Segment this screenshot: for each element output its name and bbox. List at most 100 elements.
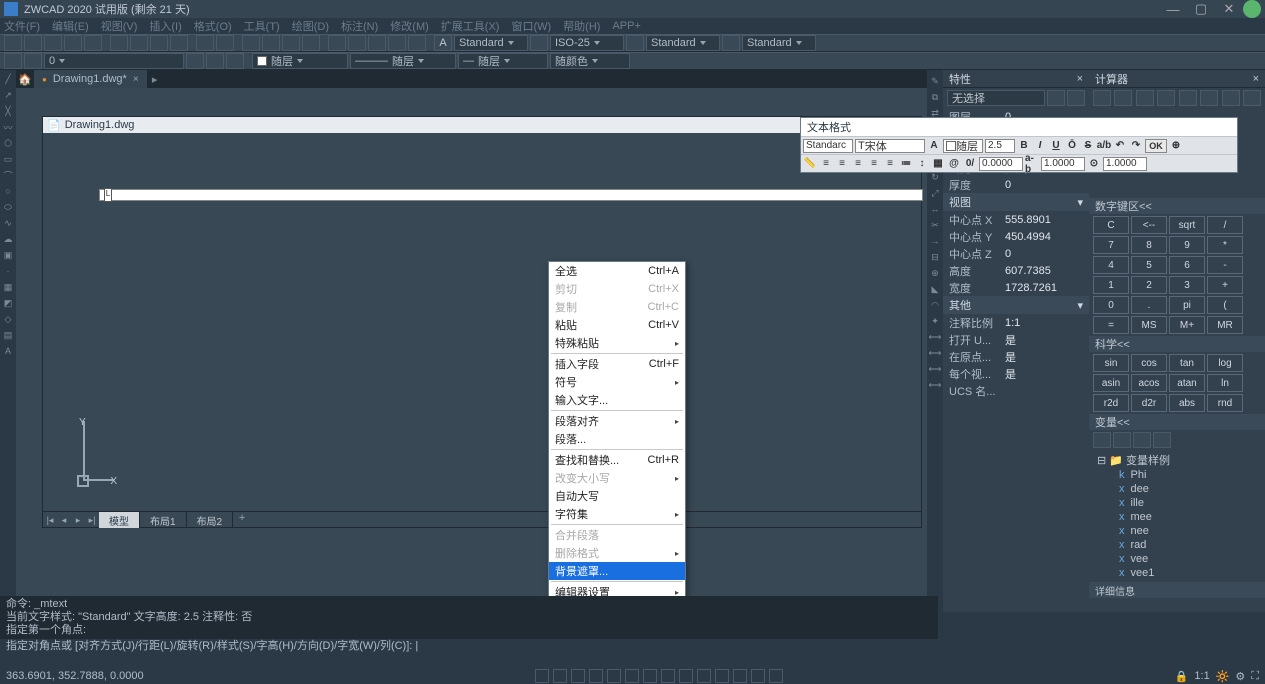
calc-hist-icon[interactable] (1114, 90, 1132, 106)
key-r2d[interactable]: r2d (1093, 394, 1129, 412)
layerstate-icon[interactable] (24, 53, 42, 69)
calc-icon[interactable] (388, 35, 406, 51)
extend-icon[interactable]: → (928, 234, 942, 248)
chamfer-icon[interactable]: ◣ (928, 282, 942, 296)
nav-prev-icon[interactable]: ◂ (57, 512, 71, 528)
txt-annotative-icon[interactable]: A (927, 139, 941, 153)
mtext-icon[interactable]: A (1, 344, 15, 358)
ok-button[interactable]: OK (1145, 139, 1167, 153)
help-icon[interactable] (408, 35, 426, 51)
ctx-input-text[interactable]: 输入文字... (549, 391, 685, 409)
lwt-icon[interactable] (643, 669, 657, 683)
canvas[interactable]: L YX (43, 133, 921, 513)
sb12-icon[interactable] (733, 669, 747, 683)
user-avatar[interactable] (1243, 0, 1261, 18)
region-icon[interactable]: ◇ (1, 312, 15, 326)
key-3[interactable]: 3 (1169, 276, 1205, 294)
circle-icon[interactable]: ○ (1, 184, 15, 198)
polar-icon[interactable] (589, 669, 603, 683)
key-5[interactable]: 5 (1131, 256, 1167, 274)
stretch-icon[interactable]: ↔ (928, 202, 942, 216)
textstyle-icon[interactable]: A (434, 35, 452, 51)
cycle-icon[interactable] (679, 669, 693, 683)
ortho-icon[interactable] (571, 669, 585, 683)
menu-draw[interactable]: 绘图(D) (292, 18, 329, 34)
redo-txt-icon[interactable]: ↷ (1129, 139, 1143, 153)
align-center-icon[interactable]: ≡ (835, 157, 849, 171)
open-icon[interactable] (24, 35, 42, 51)
var-calc-icon[interactable] (1153, 432, 1171, 448)
menu-window[interactable]: 窗口(W) (511, 18, 551, 34)
color-dropdown[interactable]: 随层 (252, 53, 348, 69)
new-tab-button[interactable]: ▸ (147, 73, 163, 86)
sect-detail[interactable]: 详细信息 (1089, 582, 1265, 598)
key-d2r[interactable]: d2r (1131, 394, 1167, 412)
scale-ratio[interactable]: 1:1 (1194, 670, 1209, 682)
key--[interactable]: - (1207, 256, 1243, 274)
key-7[interactable]: 7 (1093, 236, 1129, 254)
new-icon[interactable] (4, 35, 22, 51)
key-rnd[interactable]: rnd (1207, 394, 1243, 412)
annoscale-icon[interactable]: 🔒 (1175, 670, 1189, 683)
tracking-input[interactable]: 1.0000 (1041, 157, 1085, 171)
sect-sci[interactable]: 科学<< (1089, 336, 1265, 352)
linespace-icon[interactable]: ↕ (915, 157, 929, 171)
quicksel-icon[interactable] (1047, 90, 1065, 106)
var-new-icon[interactable] (1093, 432, 1111, 448)
ctx-insert-field[interactable]: 插入字段Ctrl+F (549, 355, 685, 373)
symbol-icon[interactable]: @ (947, 157, 961, 171)
key-/[interactable]: / (1207, 216, 1243, 234)
key-log[interactable]: log (1207, 354, 1243, 372)
redo-icon[interactable] (216, 35, 234, 51)
key-asin[interactable]: asin (1093, 374, 1129, 392)
tablestyle-dropdown[interactable]: Standard (646, 35, 720, 51)
fullscreen-icon[interactable]: ⛶ (1251, 670, 1259, 683)
ruler-icon[interactable]: 📏 (803, 157, 817, 171)
minimize-button[interactable]: — (1159, 2, 1187, 16)
menu-dim[interactable]: 标注(N) (341, 18, 378, 34)
key-cos[interactable]: cos (1131, 354, 1167, 372)
command-line[interactable]: 命令: _mtext 当前文字样式: "Standard" 文字高度: 2.5 … (0, 596, 938, 654)
ray-icon[interactable]: ↗ (1, 88, 15, 102)
var-dee[interactable]: xdee (1097, 482, 1257, 496)
key-atan[interactable]: atan (1169, 374, 1205, 392)
bullet-icon[interactable]: ≔ (899, 157, 913, 171)
dim4-icon[interactable]: ⟷ (928, 378, 942, 392)
polygon-icon[interactable]: ⬡ (1, 136, 15, 150)
menu-help[interactable]: 帮助(H) (563, 18, 600, 34)
ctx-special-paste[interactable]: 特殊粘贴▸ (549, 334, 685, 352)
key-9[interactable]: 9 (1169, 236, 1205, 254)
calc-clear-icon[interactable] (1093, 90, 1111, 106)
oblique-input[interactable]: 0.0000 (979, 157, 1023, 171)
group-view[interactable]: 视图▾ (943, 193, 1089, 211)
calc-dist-icon[interactable] (1179, 90, 1197, 106)
menu-insert[interactable]: 插入(I) (149, 18, 181, 34)
dimstyle-dropdown[interactable]: ISO-25 (550, 35, 624, 51)
block-icon[interactable]: ▣ (1, 248, 15, 262)
calc-get-icon[interactable] (1136, 90, 1154, 106)
calc-x-icon[interactable] (1222, 90, 1240, 106)
paste-icon[interactable] (150, 35, 168, 51)
calc-pt-icon[interactable] (1157, 90, 1175, 106)
undo-txt-icon[interactable]: ↶ (1113, 139, 1127, 153)
undo-icon[interactable] (196, 35, 214, 51)
key-sin[interactable]: sin (1093, 354, 1129, 372)
align-right-icon[interactable]: ≡ (851, 157, 865, 171)
menu-format[interactable]: 格式(O) (194, 18, 232, 34)
trim-icon[interactable]: ✂ (928, 218, 942, 232)
xline-icon[interactable]: ╳ (1, 104, 15, 118)
key-2[interactable]: 2 (1131, 276, 1167, 294)
arc-icon[interactable]: ⌒ (1, 168, 15, 182)
ctx-find[interactable]: 查找和替换...Ctrl+R (549, 451, 685, 469)
ctx-paste[interactable]: 粘贴Ctrl+V (549, 316, 685, 334)
key-ln[interactable]: ln (1207, 374, 1243, 392)
join-icon[interactable]: ⊕ (928, 266, 942, 280)
var-Phi[interactable]: kPhi (1097, 468, 1257, 482)
var-edit-icon[interactable] (1113, 432, 1131, 448)
toolpalette-icon[interactable] (368, 35, 386, 51)
var-vee[interactable]: xvee (1097, 552, 1257, 566)
group-other[interactable]: 其他▾ (943, 296, 1089, 314)
var-del-icon[interactable] (1133, 432, 1151, 448)
menu-view[interactable]: 视图(V) (101, 18, 138, 34)
txt-style-select[interactable]: Standarc (803, 139, 853, 153)
